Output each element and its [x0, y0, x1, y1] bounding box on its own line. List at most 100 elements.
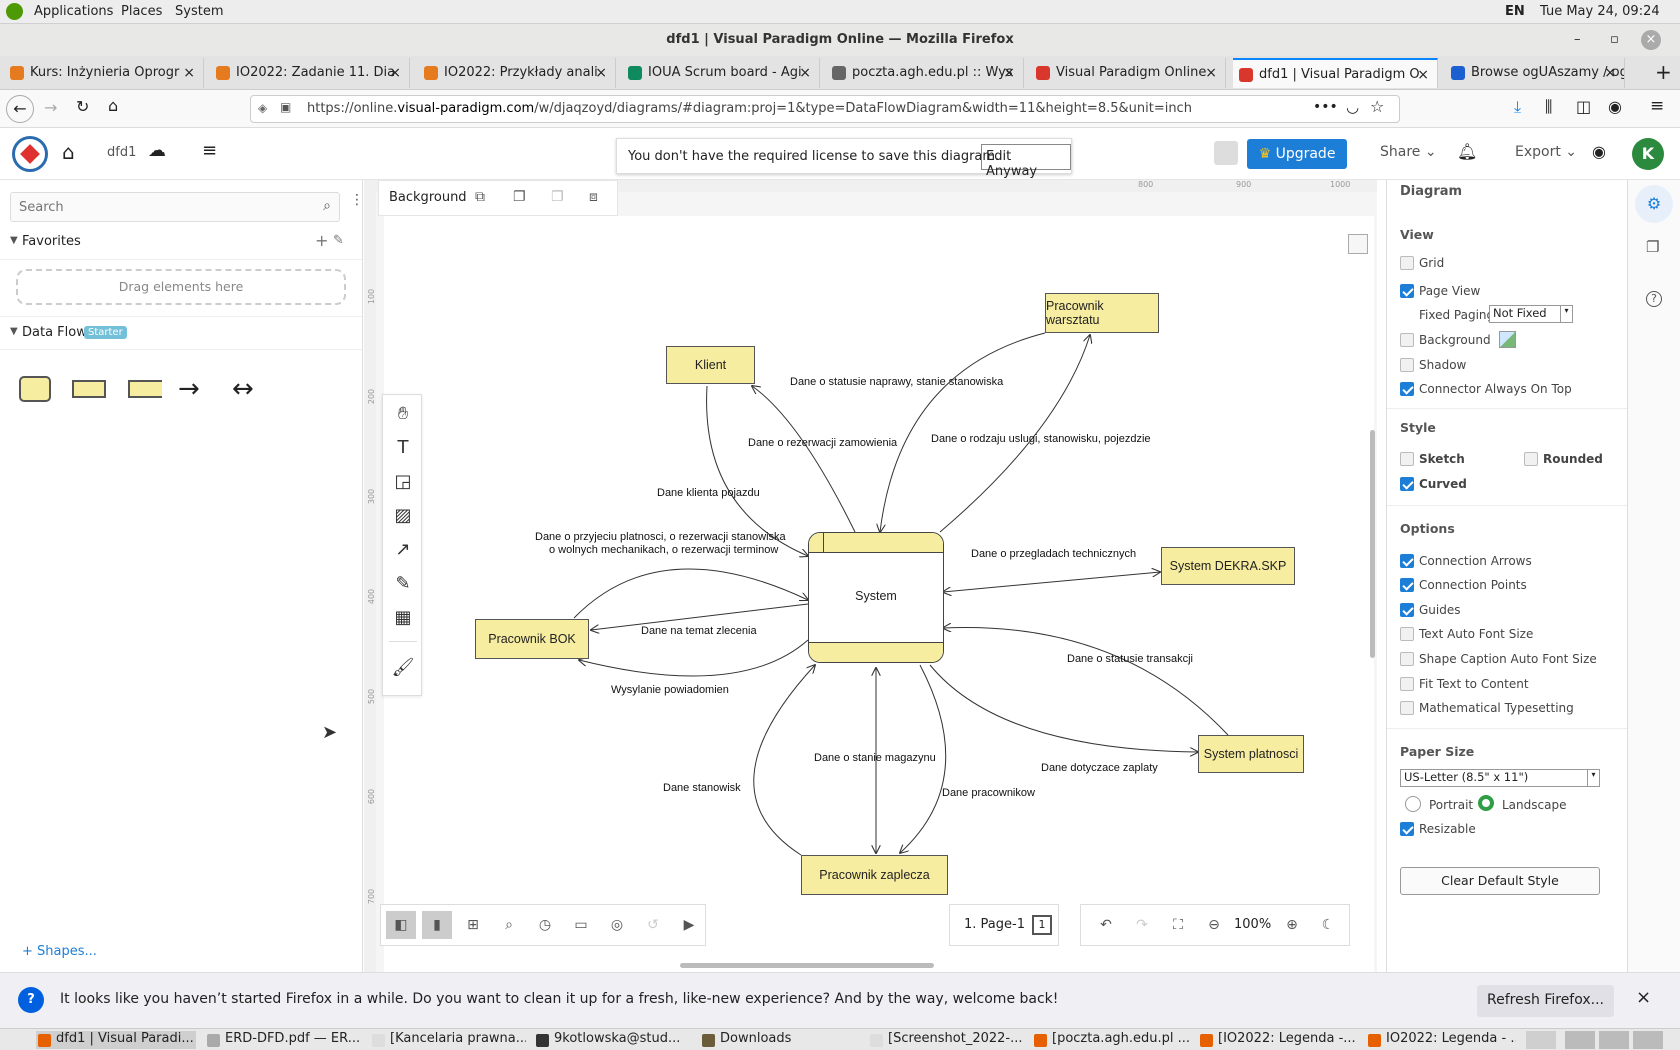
flow-label[interactable]: Dane na temat zlecenia: [641, 625, 757, 637]
fixed-paging-select[interactable]: Not Fixed ▾: [1489, 305, 1573, 323]
flow-label[interactable]: Dane o statusie naprawy, stanie stanowis…: [790, 376, 1003, 388]
browser-tab[interactable]: dfd1 | Visual Paradigm O ×: [1233, 58, 1438, 88]
workspace-switcher[interactable]: [1633, 1031, 1663, 1049]
menu-icon[interactable]: ≡: [202, 140, 217, 161]
duplicate-icon[interactable]: ❐: [513, 189, 526, 205]
new-tab-icon[interactable]: +: [1655, 60, 1672, 84]
page-overview-icon[interactable]: [1348, 234, 1368, 254]
redo-icon[interactable]: ↷: [1127, 911, 1157, 939]
close-tab-icon[interactable]: ×: [799, 58, 811, 88]
image-tool-icon[interactable]: ▨: [383, 499, 423, 531]
flow-label[interactable]: Dane o przegladach technicznych: [971, 548, 1136, 560]
external-entity-zaplecze[interactable]: Pracownik zaplecza: [801, 855, 948, 895]
export-button[interactable]: Export ⌄: [1515, 144, 1577, 160]
minimize-icon[interactable]: –: [1574, 24, 1581, 56]
presentation-icon[interactable]: ▶: [674, 911, 704, 939]
panel-options-icon[interactable]: ⋮: [350, 192, 364, 208]
external-entity-platnosci[interactable]: System platnosci: [1198, 735, 1304, 773]
close-tab-icon[interactable]: ×: [1417, 60, 1429, 88]
flow-label[interactable]: Dane dotyczace zaplaty: [1041, 762, 1158, 774]
diagram-page[interactable]: Klient Pracownik warsztatu System DEKRA.SK…: [384, 216, 1374, 976]
page-view-checkbox[interactable]: [1400, 284, 1414, 298]
page-actions-icon[interactable]: •••: [1313, 99, 1338, 115]
zoom-in-icon[interactable]: ⊕: [1277, 911, 1307, 939]
flow-label[interactable]: Dane o przyjeciu platnosci, o rezerwacji…: [535, 531, 786, 543]
find-icon[interactable]: ⌕: [494, 911, 524, 939]
external-entity-warsztat[interactable]: Pracownik warsztatu: [1045, 293, 1159, 333]
vertical-scrollbar[interactable]: [1370, 430, 1375, 658]
close-notification-icon[interactable]: ×: [1636, 987, 1651, 1008]
grid-checkbox[interactable]: [1400, 256, 1414, 270]
background-button[interactable]: Background: [389, 190, 467, 205]
night-mode-icon[interactable]: ☾: [1313, 911, 1343, 939]
external-entity-shape-icon[interactable]: [19, 376, 51, 402]
flow-label[interactable]: Wysylanie powiadomien: [611, 684, 729, 696]
connector-on-top-checkbox[interactable]: [1400, 382, 1414, 396]
taskbar-item[interactable]: IO2022: Legenda - ...: [1366, 1031, 1516, 1049]
flow-label[interactable]: Dane stanowisk: [663, 782, 741, 794]
firefox-tray-icon[interactable]: [1526, 1031, 1556, 1049]
fit-toggle-icon[interactable]: ▮: [422, 911, 452, 939]
refresh-firefox-button[interactable]: Refresh Firefox...: [1477, 985, 1615, 1017]
library-icon[interactable]: ⫼: [1545, 97, 1552, 117]
collapse-icon[interactable]: ▼: [10, 326, 18, 337]
collapse-icon[interactable]: ▼: [10, 235, 18, 246]
bookmark-star-icon[interactable]: ☆: [1370, 97, 1384, 116]
taskbar-item[interactable]: [Screenshot_2022-...: [868, 1031, 1024, 1049]
os-logo-icon[interactable]: [6, 3, 23, 20]
undo-icon[interactable]: ↶: [1091, 911, 1121, 939]
taskbar-item[interactable]: ERD-DFD.pdf — ER...: [205, 1031, 361, 1049]
flow-dekra[interactable]: [943, 572, 1160, 592]
external-entity-dekra[interactable]: System DEKRA.SKP: [1161, 547, 1295, 585]
rounded-checkbox[interactable]: [1524, 452, 1538, 466]
account-icon[interactable]: ◉: [1608, 97, 1622, 116]
flow-label[interactable]: Dane o rodzaju uslugi, stanowisku, pojez…: [931, 433, 1151, 445]
data-store-shape-icon[interactable]: [72, 380, 106, 398]
add-shapes-link[interactable]: + Shapes...: [22, 944, 97, 959]
flow-label[interactable]: Dane pracownikow: [942, 787, 1035, 799]
browser-tab[interactable]: IOUA Scrum board - Agi ×: [622, 58, 820, 88]
portrait-radio[interactable]: [1405, 796, 1421, 812]
help-icon[interactable]: ?: [1646, 291, 1662, 307]
document-name[interactable]: dfd1: [107, 145, 136, 160]
taskbar-item[interactable]: [Kancelaria prawna...: [370, 1031, 526, 1049]
pocket-icon[interactable]: ◡: [1346, 98, 1359, 116]
properties-tab-icon[interactable]: ⚙︎: [1635, 185, 1673, 223]
present-icon[interactable]: [1214, 141, 1238, 165]
connection-arrows-checkbox[interactable]: [1400, 554, 1414, 568]
shapes-tool-icon[interactable]: ◲: [383, 465, 423, 497]
grid-view-icon[interactable]: ⊞: [458, 911, 488, 939]
flow-bok-powiadomienia[interactable]: [579, 639, 809, 677]
paper-size-select[interactable]: US-Letter (8.5" x 11") ▾: [1400, 769, 1600, 787]
text-auto-font-checkbox[interactable]: [1400, 627, 1414, 641]
flow-label[interactable]: Dane klienta pojazdu: [657, 487, 760, 499]
panel-toggle-icon[interactable]: ◧: [386, 911, 416, 939]
sidebar-icon[interactable]: ◫: [1576, 97, 1591, 116]
zoom-out-icon[interactable]: ⊖: [1199, 911, 1229, 939]
places-menu[interactable]: Places: [121, 4, 162, 19]
workspace-switcher[interactable]: [1565, 1031, 1595, 1049]
close-window-icon[interactable]: ×: [1641, 30, 1661, 50]
maximize-icon[interactable]: ▫: [1610, 24, 1619, 56]
back-icon[interactable]: ←: [6, 95, 34, 123]
comment-icon[interactable]: ◎: [602, 911, 632, 939]
resizable-checkbox[interactable]: [1400, 822, 1414, 836]
diagram-canvas[interactable]: 100 200 800 900 1000 100 200 300 400 500…: [364, 180, 1377, 976]
clock[interactable]: Tue May 24, 09:24: [1540, 4, 1660, 19]
close-tab-icon[interactable]: ×: [183, 58, 195, 88]
drag-drop-zone[interactable]: Drag elements here: [16, 269, 346, 305]
lock-icon[interactable]: ▣: [280, 100, 291, 114]
reload-icon[interactable]: ↻: [76, 97, 89, 116]
curved-checkbox[interactable]: [1400, 477, 1414, 491]
browser-tab[interactable]: IO2022: Zadanie 11. Dia ×: [210, 58, 410, 88]
flow-bok-in[interactable]: [573, 568, 808, 619]
flow-platnosci-in[interactable]: [943, 627, 1229, 736]
home-app-icon[interactable]: ⌂: [62, 140, 75, 164]
table-tool-icon[interactable]: ▦: [383, 601, 423, 633]
add-layer-icon[interactable]: ⧉: [475, 189, 485, 205]
history-icon[interactable]: ↺: [638, 911, 668, 939]
connector-tool-icon[interactable]: ↗: [383, 533, 423, 565]
flow-label[interactable]: Dane o stanie magazynu: [814, 752, 936, 764]
home-icon[interactable]: ⌂: [108, 96, 118, 115]
taskbar-item[interactable]: Downloads: [700, 1031, 860, 1049]
